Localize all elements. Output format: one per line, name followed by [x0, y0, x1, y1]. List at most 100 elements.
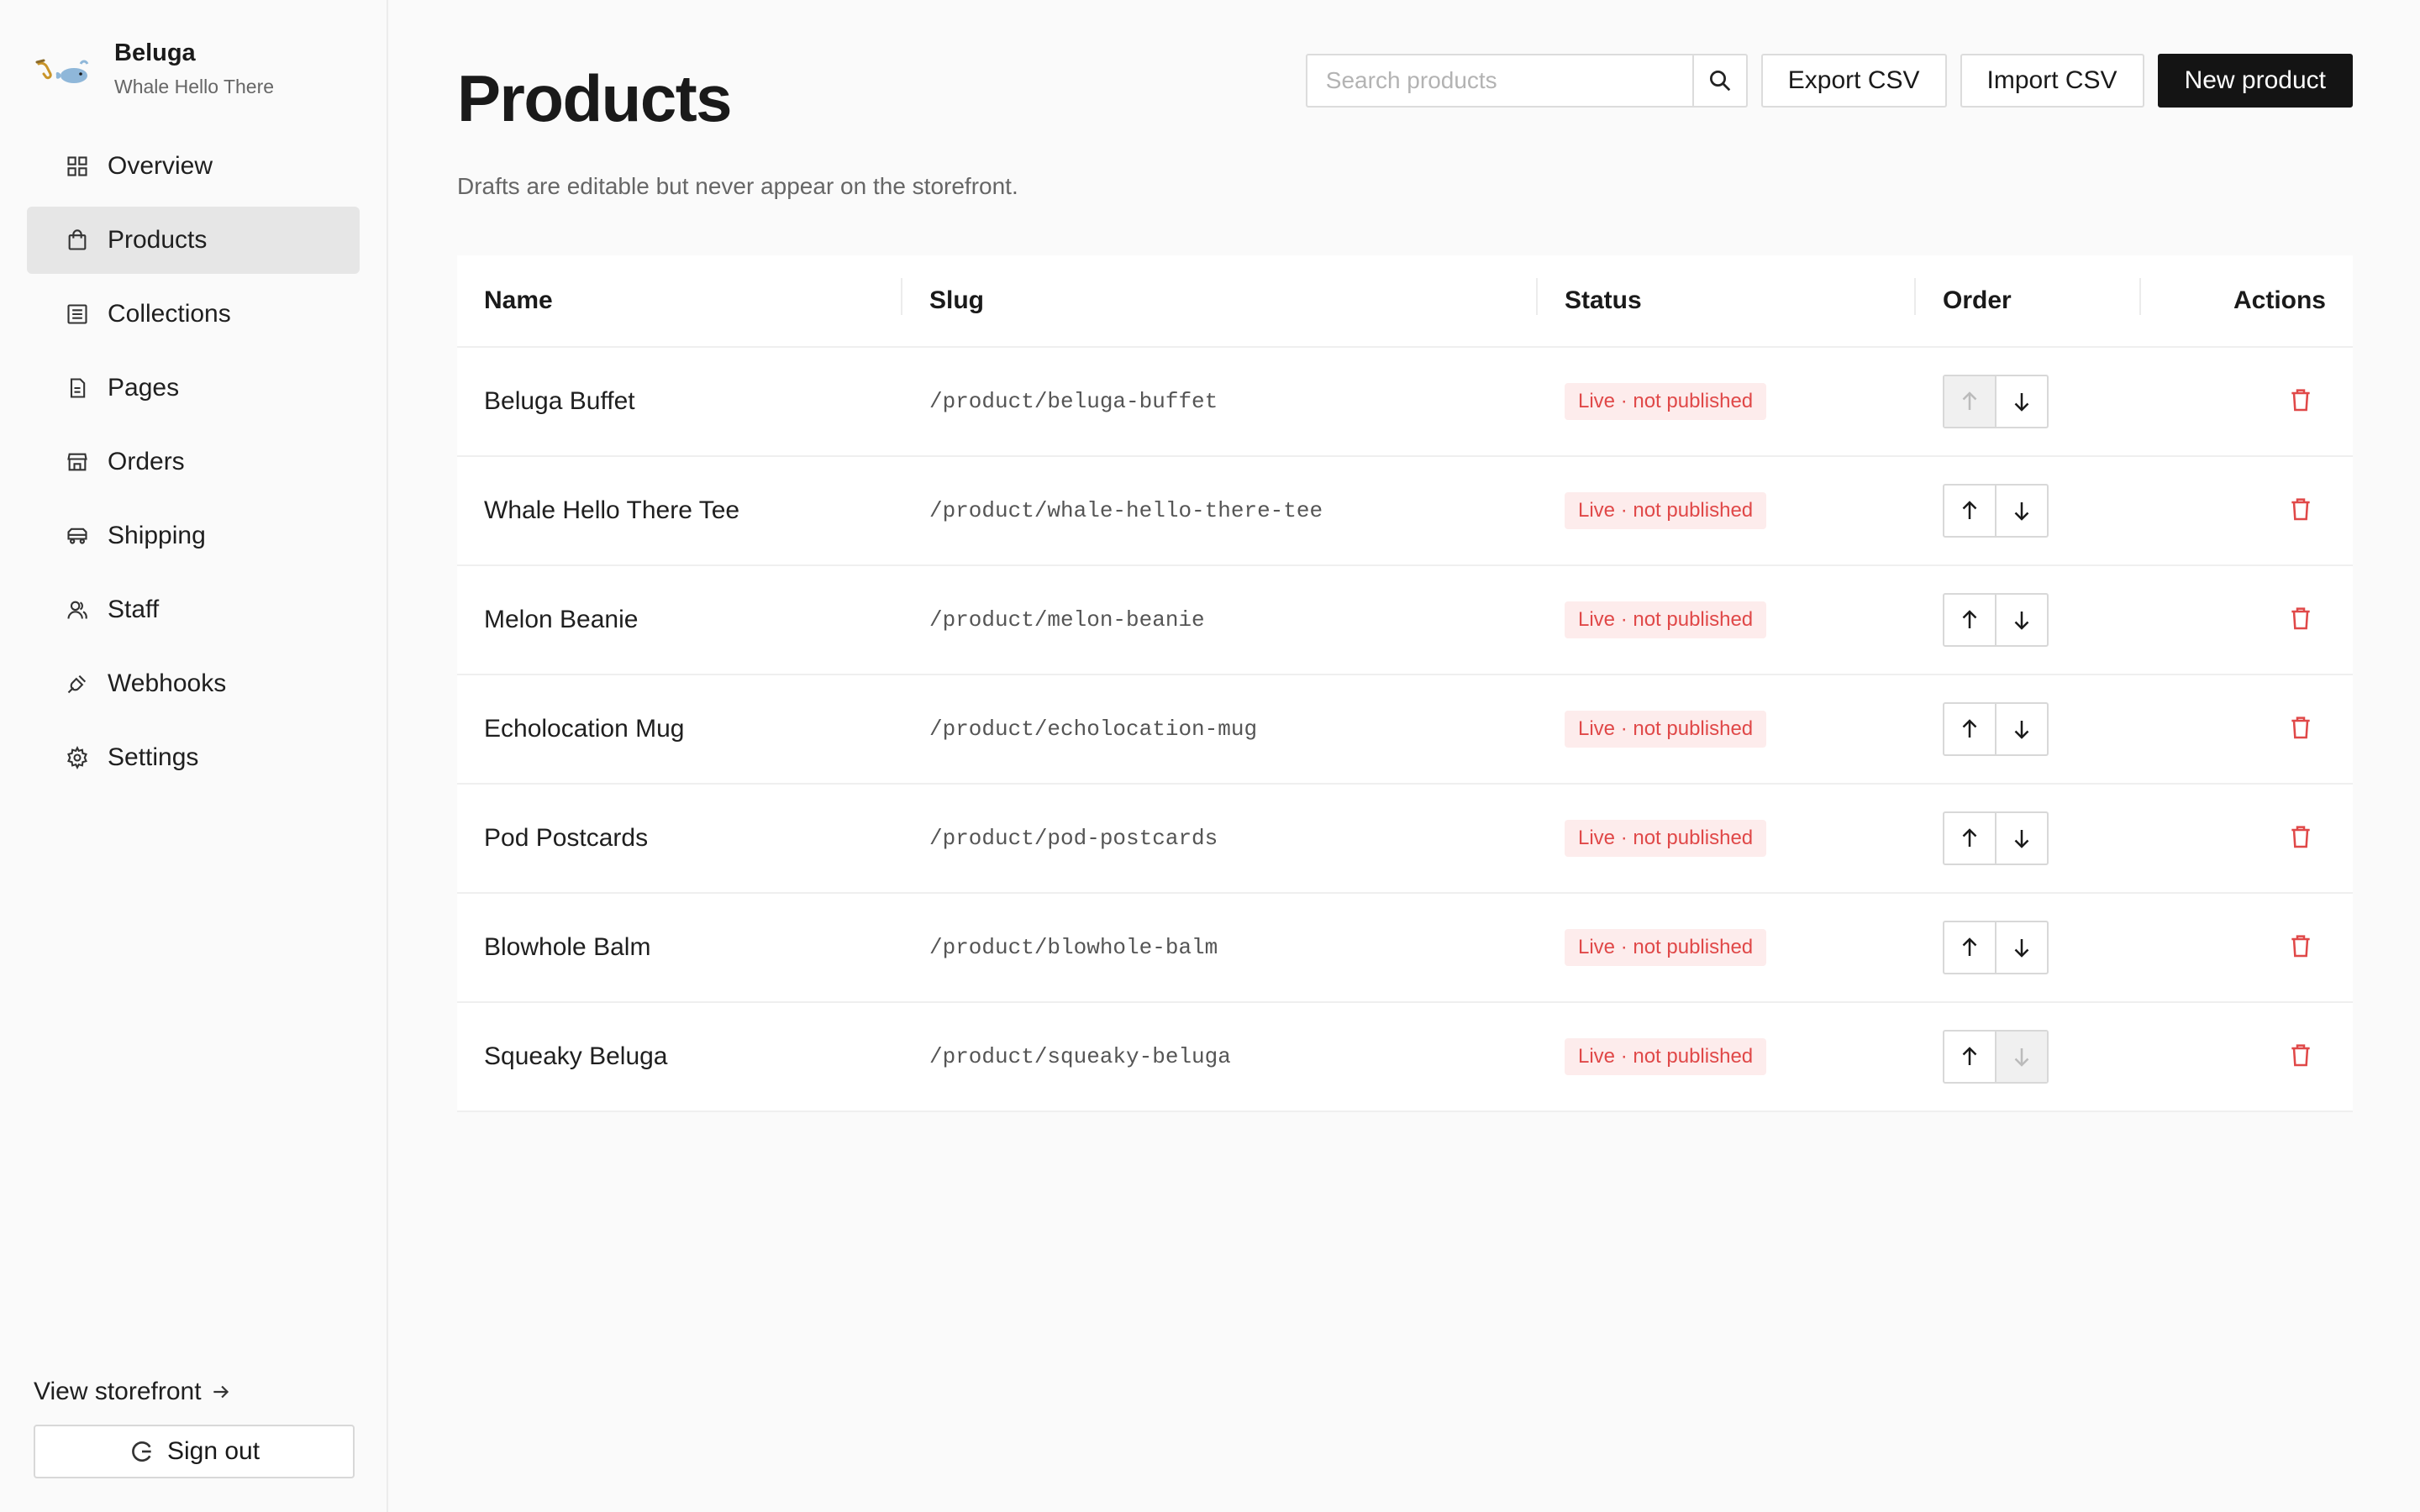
- delete-button[interactable]: [2287, 386, 2314, 413]
- move-down-button: [1995, 1032, 2047, 1082]
- order-controls: [1943, 593, 2049, 647]
- sidebar-item-orders[interactable]: Orders: [27, 428, 360, 496]
- sidebar-item-webhooks[interactable]: Webhooks: [27, 650, 360, 717]
- brand: Beluga Whale Hello There: [0, 0, 387, 99]
- sign-out-button[interactable]: Sign out: [34, 1425, 355, 1478]
- truck-icon: [67, 528, 87, 544]
- view-storefront-label: View storefront: [34, 1378, 202, 1405]
- brand-name: Beluga: [114, 39, 196, 66]
- arrow-up-icon: [1962, 391, 1977, 410]
- search-input[interactable]: [1307, 55, 1692, 106]
- arrow-down-icon: [2014, 393, 2029, 412]
- trash-icon: [2291, 1043, 2310, 1066]
- order-controls: [1943, 702, 2049, 756]
- move-up-button: [1944, 376, 1995, 427]
- delete-button[interactable]: [2287, 605, 2314, 632]
- delete-button[interactable]: [2287, 496, 2314, 522]
- arrow-up-icon: [1962, 610, 1977, 628]
- move-up-button[interactable]: [1944, 595, 1995, 645]
- table-row: Melon Beanie /product/melon-beanie Live …: [457, 566, 2353, 675]
- table-row: Whale Hello There Tee /product/whale-hel…: [457, 457, 2353, 566]
- table-row: Blowhole Balm /product/blowhole-balm Liv…: [457, 894, 2353, 1003]
- arrow-down-icon: [2014, 612, 2029, 630]
- product-name: Melon Beanie: [484, 606, 639, 633]
- order-controls: [1943, 484, 2049, 538]
- sidebar-item-label: Webhooks: [108, 669, 227, 697]
- delete-button[interactable]: [2287, 932, 2314, 959]
- sign-out-icon: [132, 1441, 151, 1462]
- product-name: Beluga Buffet: [484, 387, 635, 415]
- product-name: Pod Postcards: [484, 824, 649, 852]
- new-product-button[interactable]: New product: [2157, 54, 2353, 108]
- sidebar-item-products[interactable]: Products: [27, 207, 360, 274]
- column-header-actions: Actions: [2233, 286, 2326, 314]
- sidebar-item-settings[interactable]: Settings: [27, 724, 360, 791]
- shopping-bag-icon: [68, 229, 87, 250]
- sidebar: Beluga Whale Hello There Overview Produc…: [0, 0, 388, 1512]
- sidebar-item-label: Shipping: [108, 522, 206, 549]
- arrow-up-icon: [1962, 937, 1977, 956]
- move-down-button[interactable]: [1995, 813, 2047, 864]
- document-icon: [70, 378, 86, 398]
- app-shell: Beluga Whale Hello There Overview Produc…: [0, 0, 2420, 1512]
- move-up-button[interactable]: [1944, 704, 1995, 754]
- sidebar-item-overview[interactable]: Overview: [27, 133, 360, 200]
- view-storefront-link[interactable]: View storefront: [34, 1378, 355, 1406]
- delete-button[interactable]: [2287, 714, 2314, 741]
- move-down-button[interactable]: [1995, 704, 2047, 754]
- table-header: Name Slug Status Order Actions: [457, 255, 2353, 348]
- arrow-down-icon: [2014, 1048, 2029, 1067]
- status-badge: Live · not published: [1565, 711, 1767, 748]
- table-row: Beluga Buffet /product/beluga-buffet Liv…: [457, 348, 2353, 457]
- column-header-slug: Slug: [902, 278, 1538, 315]
- move-down-button[interactable]: [1995, 486, 2047, 536]
- move-down-button[interactable]: [1995, 376, 2047, 427]
- product-slug: /product/melon-beanie: [929, 607, 1205, 633]
- page-title: Products: [457, 61, 733, 135]
- grid-icon: [67, 156, 87, 176]
- move-down-button[interactable]: [1995, 922, 2047, 973]
- move-up-button[interactable]: [1944, 813, 1995, 864]
- move-up-button[interactable]: [1944, 922, 1995, 973]
- arrow-up-icon: [1962, 1047, 1977, 1065]
- arrow-up-icon: [1962, 501, 1977, 519]
- trash-icon: [2291, 825, 2310, 848]
- storefront-icon: [67, 453, 87, 471]
- sidebar-item-staff[interactable]: Staff: [27, 576, 360, 643]
- saxophone-whale-icon: [35, 59, 89, 83]
- product-slug: /product/blowhole-balm: [929, 935, 1218, 960]
- delete-button[interactable]: [2287, 1042, 2314, 1068]
- sidebar-item-pages[interactable]: Pages: [27, 354, 360, 422]
- order-controls: [1943, 375, 2049, 428]
- sidebar-nav: Overview Products Collections Pages Orde…: [0, 133, 387, 791]
- product-slug: /product/whale-hello-there-tee: [929, 498, 1323, 523]
- column-header-name: Name: [457, 278, 902, 315]
- status-badge: Live · not published: [1565, 383, 1767, 420]
- sidebar-item-label: Collections: [108, 300, 231, 328]
- product-name: Echolocation Mug: [484, 715, 685, 743]
- main-content: Products Drafts are editable but never a…: [388, 0, 2420, 1512]
- delete-button[interactable]: [2287, 823, 2314, 850]
- export-csv-button[interactable]: Export CSV: [1760, 54, 1947, 108]
- move-down-button[interactable]: [1995, 595, 2047, 645]
- status-badge: Live · not published: [1565, 1038, 1767, 1075]
- table-row: Squeaky Beluga /product/squeaky-beluga L…: [457, 1003, 2353, 1112]
- search-button[interactable]: [1691, 55, 1746, 106]
- sidebar-item-collections[interactable]: Collections: [27, 281, 360, 348]
- trash-icon: [2291, 716, 2310, 738]
- move-up-button[interactable]: [1944, 486, 1995, 536]
- move-up-button[interactable]: [1944, 1032, 1995, 1082]
- status-badge: Live · not published: [1565, 601, 1767, 638]
- arrow-down-icon: [2014, 830, 2029, 848]
- sidebar-item-label: Staff: [108, 596, 160, 623]
- list-icon: [67, 304, 87, 324]
- users-icon: [67, 601, 87, 619]
- import-csv-button[interactable]: Import CSV: [1960, 54, 2144, 108]
- search-box: [1305, 54, 1748, 108]
- product-slug: /product/squeaky-beluga: [929, 1044, 1231, 1069]
- table-row: Echolocation Mug /product/echolocation-m…: [457, 675, 2353, 785]
- trash-icon: [2291, 388, 2310, 411]
- table-row: Pod Postcards /product/pod-postcards Liv…: [457, 785, 2353, 894]
- sidebar-item-shipping[interactable]: Shipping: [27, 502, 360, 570]
- status-badge: Live · not published: [1565, 492, 1767, 529]
